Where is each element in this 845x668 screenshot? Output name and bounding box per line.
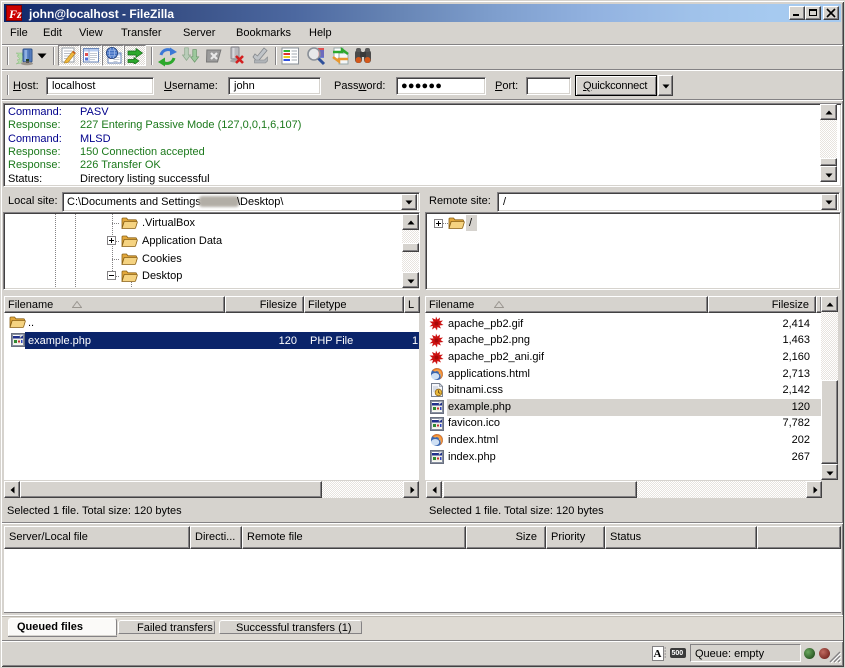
svg-text:A: A — [654, 648, 662, 660]
